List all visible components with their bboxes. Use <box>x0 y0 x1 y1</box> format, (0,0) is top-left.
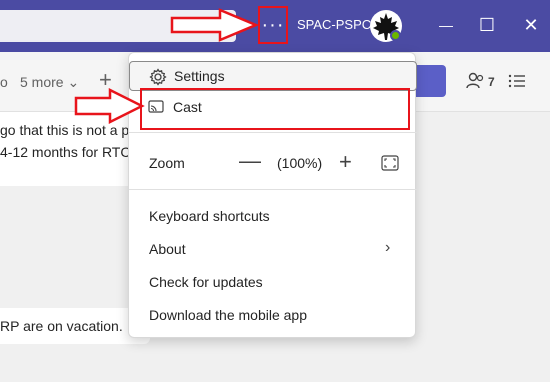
message-text: RP are on vacation. <box>0 318 123 334</box>
annotation-arrow-icon <box>170 8 260 42</box>
presence-status-icon <box>390 30 401 41</box>
message-text: 4-12 months for RTC <box>0 144 131 160</box>
restore-button[interactable]: ☐ <box>472 10 502 40</box>
org-name[interactable]: SPAC-PSPC <box>297 17 371 32</box>
zoom-out-button[interactable]: — <box>239 148 261 174</box>
menu-item-label: Check for updates <box>149 274 263 290</box>
menu-item-settings[interactable]: Settings <box>129 61 417 91</box>
participants-count: 7 <box>488 75 495 89</box>
fit-to-window-icon[interactable] <box>381 155 399 171</box>
menu-item-label: Download the mobile app <box>149 307 307 323</box>
chevron-right-icon: › <box>385 239 391 256</box>
zoom-in-button[interactable]: + <box>339 149 352 175</box>
zoom-level: (100%) <box>277 155 323 171</box>
gear-icon <box>149 68 167 86</box>
menu-item-download-mobile-app[interactable]: Download the mobile app <box>129 299 417 331</box>
close-button[interactable]: ✕ <box>516 10 546 40</box>
menu-item-check-for-updates[interactable]: Check for updates <box>129 266 417 298</box>
menu-item-label: Settings <box>174 68 225 84</box>
minimize-button[interactable]: — <box>431 10 461 40</box>
tab-partial[interactable]: o <box>0 74 8 90</box>
zoom-label: Zoom <box>149 155 185 171</box>
menu-divider <box>129 132 417 133</box>
annotation-arrow-icon <box>74 88 145 124</box>
more-tabs-button[interactable]: 5 more ⌄ <box>20 74 79 91</box>
list-icon[interactable] <box>508 72 526 90</box>
menu-item-keyboard-shortcuts[interactable]: Keyboard shortcuts <box>129 200 417 232</box>
message-text: go that this is not a p <box>0 122 130 138</box>
annotation-highlight-box <box>140 88 410 130</box>
zoom-controls: Zoom — (100%) + <box>129 147 417 179</box>
menu-item-label: About <box>149 241 186 257</box>
avatar[interactable] <box>369 9 403 43</box>
participants-icon[interactable] <box>465 70 487 92</box>
menu-item-about[interactable]: About › <box>129 233 417 265</box>
annotation-highlight-box <box>258 6 288 44</box>
menu-item-label: Keyboard shortcuts <box>149 208 270 224</box>
menu-divider <box>129 189 417 190</box>
